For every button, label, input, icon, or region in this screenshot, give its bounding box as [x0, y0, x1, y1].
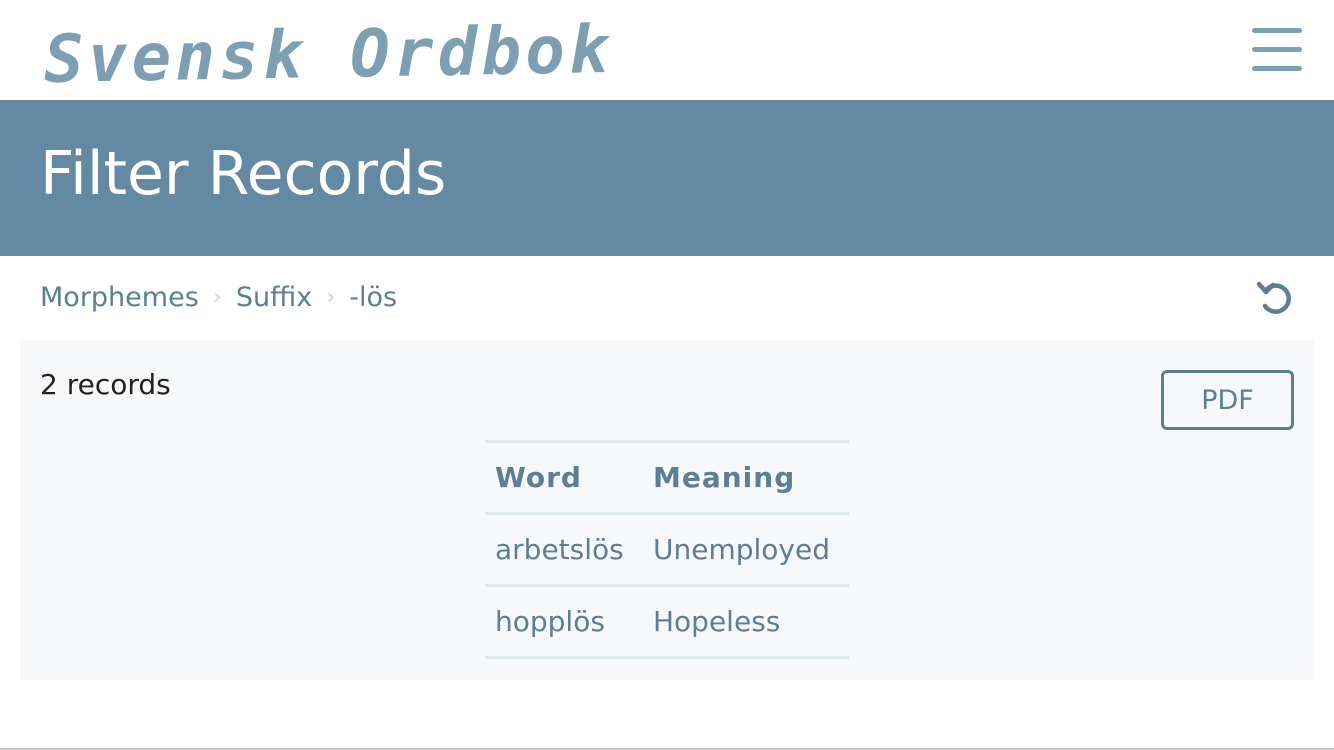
column-header-meaning[interactable]: Meaning — [643, 441, 849, 515]
reset-icon — [1256, 281, 1291, 314]
record-count: 2 records — [40, 368, 171, 401]
page-title: Filter Records — [40, 139, 447, 209]
table-row[interactable]: arbetslös Unemployed — [485, 513, 849, 587]
table-row[interactable]: hopplös Hopeless — [485, 585, 849, 659]
breadcrumb: Morphemes › Suffix › -lös — [40, 280, 397, 314]
breadcrumb-item-current: -lös — [349, 281, 398, 313]
chevron-right-icon: › — [326, 284, 336, 310]
breadcrumb-item-morphemes[interactable]: Morphemes — [40, 282, 199, 313]
cell-meaning: Hopeless — [643, 585, 849, 659]
table-header-row: Word Meaning — [485, 441, 849, 515]
column-header-word[interactable]: Word — [485, 441, 643, 515]
site-logo[interactable]: Svensk Ordbok — [43, 11, 613, 98]
chevron-right-icon: › — [212, 284, 222, 310]
records-table: Word Meaning arbetslös Unemployed hopplö… — [485, 440, 849, 659]
cell-word: arbetslös — [485, 513, 643, 587]
menu-button[interactable] — [1246, 22, 1308, 76]
cell-meaning: Unemployed — [643, 513, 849, 587]
top-bar: Svensk Ordbok — [0, 0, 1334, 100]
reset-button[interactable] — [1254, 276, 1298, 320]
breadcrumb-item-suffix[interactable]: Suffix — [236, 282, 312, 313]
cell-word: hopplös — [485, 585, 643, 659]
pdf-button[interactable]: PDF — [1161, 370, 1294, 430]
results-panel: 2 records PDF Word Meaning arbetslös Une… — [20, 340, 1314, 680]
page-banner: Filter Records — [0, 100, 1334, 256]
